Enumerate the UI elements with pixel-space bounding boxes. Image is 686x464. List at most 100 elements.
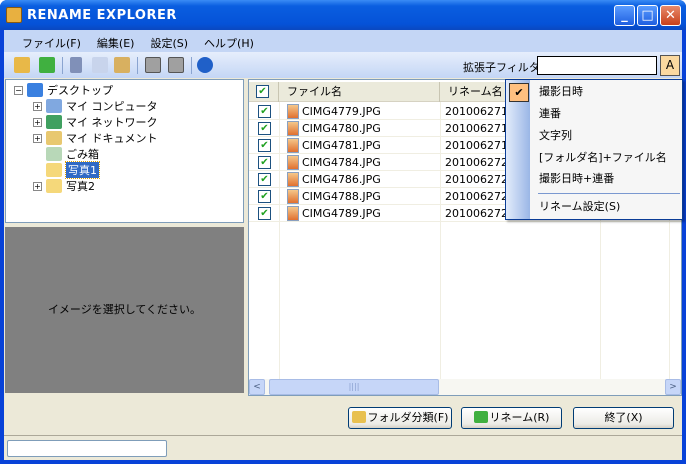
- menu-separator: [538, 193, 680, 194]
- filename-cell: CIMG4780.JPG: [302, 122, 381, 135]
- toolbar: 拡張子フィルタ A: [4, 52, 682, 78]
- tree-label: デスクトップ: [47, 84, 113, 97]
- cut-icon[interactable]: [70, 57, 82, 73]
- menu-bar: ファイル(F) 編集(E) 設定(S) ヘルプ(H): [4, 30, 682, 52]
- rename-icon: [473, 411, 488, 423]
- title-bar[interactable]: RENAME EXPLORER _ □ ✕: [0, 0, 686, 30]
- status-progress: [7, 440, 167, 457]
- checkmark-icon: ✔: [509, 83, 529, 102]
- maximize-button[interactable]: □: [637, 5, 658, 26]
- folder-sort-button[interactable]: フォルダ分類(F): [348, 407, 452, 429]
- tree-node-photos1[interactable]: 写真1: [46, 161, 100, 179]
- folder-icon: [46, 179, 62, 193]
- filename-cell: CIMG4784.JPG: [302, 156, 381, 169]
- jpg-file-icon: [287, 206, 299, 221]
- rename-cell: 2010062716: [445, 122, 505, 135]
- computer-icon: [46, 99, 62, 113]
- row-checkbox[interactable]: ✔: [258, 122, 271, 135]
- menu-file[interactable]: ファイル(F): [14, 30, 89, 52]
- menu-edit[interactable]: 編集(E): [89, 30, 143, 52]
- jpg-file-icon: [287, 155, 299, 170]
- extension-filter-input[interactable]: [537, 56, 657, 75]
- tree-node-recycle-bin[interactable]: ごみ箱: [46, 146, 99, 162]
- status-bar: [4, 435, 682, 460]
- collapse-icon[interactable]: −: [14, 85, 23, 95]
- tree-label: マイ コンピュータ: [66, 100, 158, 113]
- rename-mode-button[interactable]: A: [660, 55, 680, 76]
- jpg-file-icon: [287, 172, 299, 187]
- filename-cell: CIMG4789.JPG: [302, 207, 381, 220]
- scroll-thumb[interactable]: ||||: [269, 379, 439, 395]
- filename-cell: CIMG4786.JPG: [302, 173, 381, 186]
- folders-icon: [351, 411, 366, 423]
- filename-cell: CIMG4788.JPG: [302, 190, 381, 203]
- rename-cell: 2010062721: [445, 173, 505, 186]
- window-title: RENAME EXPLORER: [27, 8, 177, 23]
- row-checkbox[interactable]: ✔: [258, 139, 271, 152]
- network-icon: [46, 115, 62, 129]
- menu-item-string[interactable]: 文字列: [539, 126, 572, 146]
- row-checkbox[interactable]: ✔: [258, 207, 271, 220]
- paste-icon[interactable]: [114, 57, 130, 73]
- tree-node-desktop[interactable]: − デスクトップ: [14, 82, 113, 98]
- menu-settings[interactable]: 設定(S): [142, 30, 196, 52]
- toolbar-separator: [62, 57, 63, 74]
- menu-item-shooting-date[interactable]: 撮影日時: [539, 82, 583, 102]
- menu-item-serial[interactable]: 連番: [539, 104, 561, 124]
- rename-button[interactable]: リネーム(R): [461, 407, 562, 429]
- scroll-left-button[interactable]: <: [249, 379, 265, 395]
- header-check-all[interactable]: ✔: [249, 82, 279, 102]
- row-checkbox[interactable]: ✔: [258, 105, 271, 118]
- tree-label: 写真1: [65, 161, 100, 179]
- tree-node-my-network[interactable]: + マイ ネットワーク: [33, 114, 158, 130]
- exit-button[interactable]: 終了(X): [573, 407, 674, 429]
- menu-item-date-serial[interactable]: 撮影日時+連番: [539, 169, 614, 189]
- header-filename[interactable]: ファイル名: [279, 82, 440, 102]
- scroll-right-button[interactable]: >: [665, 379, 681, 395]
- expand-icon[interactable]: +: [33, 117, 42, 127]
- client-area: ファイル(F) 編集(E) 設定(S) ヘルプ(H) 拡張子フィルタ A − デス…: [4, 30, 683, 460]
- close-button[interactable]: ✕: [660, 5, 681, 26]
- tree-node-photos2[interactable]: + 写真2: [33, 178, 95, 194]
- rename-icon[interactable]: [39, 57, 55, 73]
- app-icon: [6, 7, 22, 23]
- filter-label: 拡張子フィルタ: [463, 61, 540, 74]
- expand-icon[interactable]: +: [33, 133, 42, 143]
- menu-item-rename-settings[interactable]: リネーム設定(S): [539, 197, 620, 217]
- menu-item-folder-filename[interactable]: [フォルダ名]+ファイル名: [539, 148, 667, 168]
- jpg-file-icon: [287, 138, 299, 153]
- horizontal-scrollbar[interactable]: < |||| >: [249, 379, 681, 395]
- rename-cell: 2010062716: [445, 105, 505, 118]
- check-all-checkbox[interactable]: ✔: [256, 85, 269, 98]
- row-checkbox[interactable]: ✔: [258, 156, 271, 169]
- row-checkbox[interactable]: ✔: [258, 173, 271, 186]
- image-preview: イメージを選択してください。: [5, 227, 244, 393]
- tree-node-my-computer[interactable]: + マイ コンピュータ: [33, 98, 158, 114]
- menu-help[interactable]: ヘルプ(H): [196, 30, 262, 52]
- recycle-bin-icon: [46, 147, 62, 161]
- move-up-icon[interactable]: [145, 57, 161, 73]
- row-checkbox[interactable]: ✔: [258, 190, 271, 203]
- folder-tree: − デスクトップ + マイ コンピュータ + マイ ネットワーク + マイ ドキュメント…: [5, 79, 244, 223]
- button-label: フォルダ分類(F): [367, 411, 449, 424]
- jpg-file-icon: [287, 121, 299, 136]
- minimize-button[interactable]: _: [614, 5, 635, 26]
- expand-icon[interactable]: +: [33, 181, 42, 191]
- desktop-icon: [27, 83, 43, 97]
- rename-cell: 2010062721: [445, 207, 505, 220]
- rename-cell: 2010062721: [445, 156, 505, 169]
- rename-cell: 2010062721: [445, 190, 505, 203]
- app-window: RENAME EXPLORER _ □ ✕ ファイル(F) 編集(E) 設定(S…: [0, 0, 686, 464]
- documents-icon: [46, 131, 62, 145]
- copy-icon[interactable]: [92, 57, 108, 73]
- filename-cell: CIMG4781.JPG: [302, 139, 381, 152]
- toolbar-separator: [137, 57, 138, 74]
- help-icon[interactable]: [197, 57, 213, 73]
- tree-label: ごみ箱: [66, 148, 99, 161]
- toolbar-separator: [191, 57, 192, 74]
- jpg-file-icon: [287, 189, 299, 204]
- tree-node-my-documents[interactable]: + マイ ドキュメント: [33, 130, 158, 146]
- move-down-icon[interactable]: [168, 57, 184, 73]
- open-folder-icon[interactable]: [14, 57, 30, 73]
- expand-icon[interactable]: +: [33, 101, 42, 111]
